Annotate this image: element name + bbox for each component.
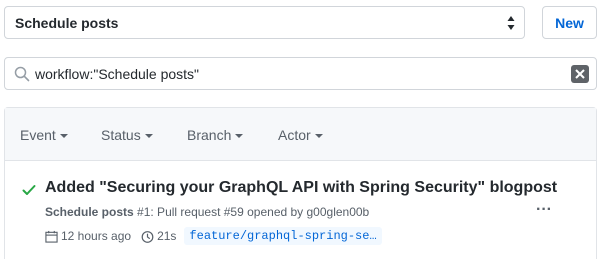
run-duration: 21s bbox=[141, 229, 176, 243]
run-workflow-name: Schedule posts bbox=[45, 205, 134, 219]
workflow-runs-panel: Event Status Branch Actor Added "Securin… bbox=[4, 107, 597, 259]
filter-bar: Event Status Branch Actor bbox=[5, 108, 596, 161]
chevron-down-icon bbox=[59, 134, 68, 138]
check-icon bbox=[22, 185, 36, 195]
run-time-ago: 12 hours ago bbox=[61, 229, 132, 243]
chevron-down-icon bbox=[235, 134, 244, 138]
status-filter[interactable]: Status bbox=[101, 127, 153, 143]
workflow-run-row[interactable]: Added "Securing your GraphQL API with Sp… bbox=[5, 161, 596, 259]
status-filter-label: Status bbox=[101, 127, 141, 143]
more-options-icon[interactable]: ··· bbox=[536, 201, 552, 219]
search-icon bbox=[14, 66, 30, 82]
workflow-select-label: Schedule posts bbox=[15, 14, 119, 31]
run-description: : Pull request #59 opened by g00glen00b bbox=[150, 205, 370, 219]
run-subtitle: Schedule posts #1: Pull request #59 open… bbox=[45, 205, 369, 219]
run-number: #1 bbox=[137, 205, 151, 219]
workflow-select[interactable]: Schedule posts bbox=[4, 6, 525, 39]
actor-filter-label: Actor bbox=[278, 127, 311, 143]
chevron-down-icon bbox=[314, 134, 323, 138]
run-title-link[interactable]: Added "Securing your GraphQL API with Sp… bbox=[45, 179, 557, 197]
actor-filter[interactable]: Actor bbox=[278, 127, 323, 143]
search-value[interactable]: workflow:"Schedule posts" bbox=[35, 66, 199, 82]
new-workflow-button[interactable]: New bbox=[542, 6, 597, 39]
search-input[interactable]: workflow:"Schedule posts" bbox=[4, 57, 597, 90]
event-filter[interactable]: Event bbox=[20, 127, 68, 143]
run-duration-value: 21s bbox=[157, 229, 177, 243]
clear-search-icon[interactable] bbox=[571, 65, 589, 83]
run-meta: 12 hours ago 21s feature/graphql-spring-… bbox=[45, 227, 382, 245]
run-time: 12 hours ago bbox=[45, 229, 131, 243]
branch-filter-label: Branch bbox=[187, 127, 232, 143]
calendar-icon bbox=[45, 230, 58, 243]
chevron-down-icon bbox=[144, 134, 153, 138]
branch-label[interactable]: feature/graphql-spring-se… bbox=[184, 227, 382, 245]
branch-filter[interactable]: Branch bbox=[187, 127, 244, 143]
select-arrows-icon bbox=[507, 16, 515, 30]
event-filter-label: Event bbox=[20, 127, 56, 143]
stopwatch-icon bbox=[141, 230, 154, 243]
